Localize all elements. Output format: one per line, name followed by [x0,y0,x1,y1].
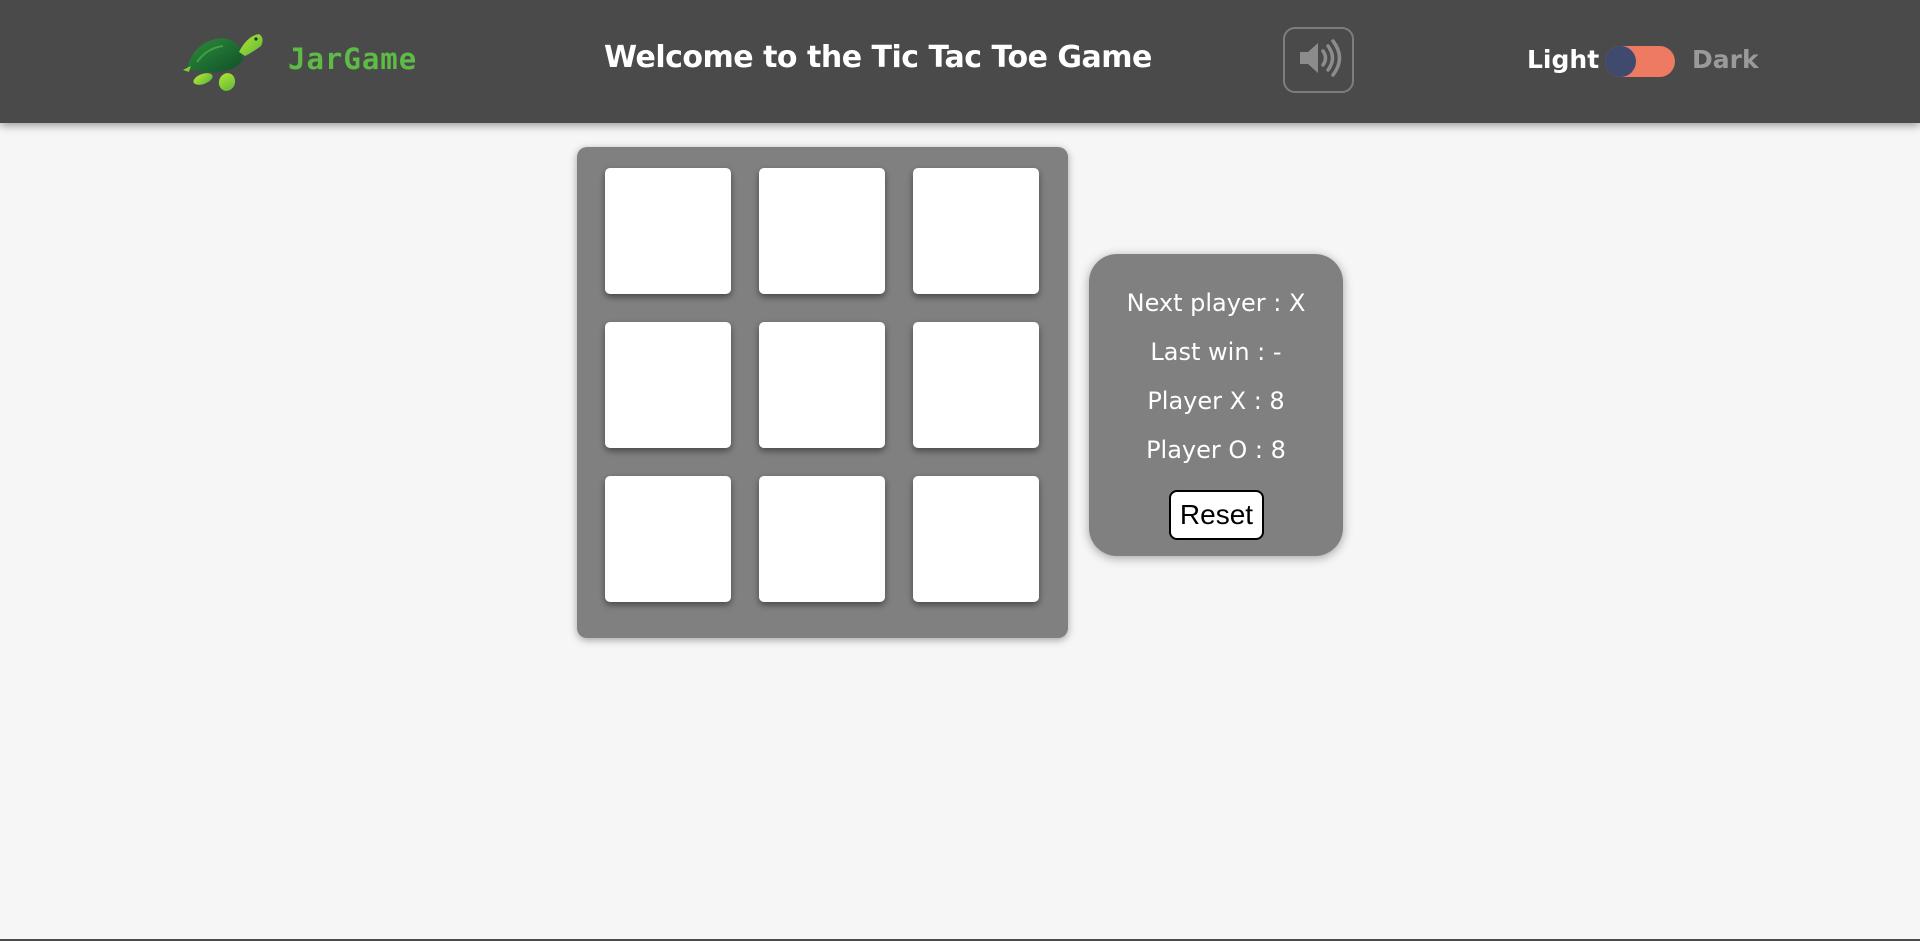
page-title: Welcome to the Tic Tac Toe Game [604,40,1152,75]
next-player-text: Next player : X [1126,289,1306,317]
last-win-text: Last win : - [1150,338,1282,366]
turtle-logo-icon [183,30,265,92]
player-x-score: Player X : 8 [1147,387,1285,415]
board-cell[interactable] [605,476,731,602]
board-cell[interactable] [913,168,1039,294]
toggle-knob [1605,46,1636,77]
board-cell[interactable] [913,476,1039,602]
game-board [577,147,1068,638]
board-cell[interactable] [759,322,885,448]
board-cell[interactable] [759,168,885,294]
board-cell[interactable] [605,322,731,448]
brand-name: JarGame [288,42,418,76]
top-header: JarGame Welcome to the Tic Tac Toe Game … [0,0,1920,123]
game-info-panel: Next player : X Last win : - Player X : … [1089,254,1343,556]
reset-button[interactable]: Reset [1169,490,1264,540]
speaker-volume-icon [1296,38,1342,82]
board-cell[interactable] [759,476,885,602]
board-cell[interactable] [913,322,1039,448]
theme-light-label: Light [1527,45,1600,74]
sound-toggle-button[interactable] [1283,27,1354,93]
theme-dark-label: Dark [1692,45,1759,74]
board-cell[interactable] [605,168,731,294]
player-o-score: Player O : 8 [1146,436,1286,464]
theme-toggle-switch[interactable] [1605,46,1675,77]
